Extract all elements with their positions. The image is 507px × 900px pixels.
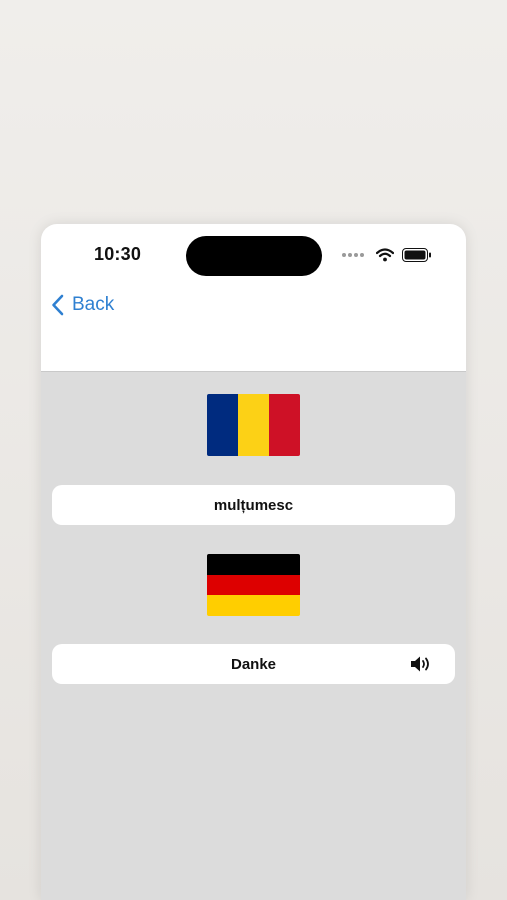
speaker-icon[interactable] — [409, 654, 433, 674]
status-icons — [342, 248, 432, 262]
dynamic-island — [186, 236, 322, 276]
back-label: Back — [72, 294, 115, 315]
source-word: mulțumesc — [213, 496, 294, 514]
target-word-card: Danke — [52, 644, 455, 684]
chevron-left-icon — [52, 294, 64, 316]
battery-icon — [402, 248, 431, 262]
target-word: Danke — [230, 655, 277, 673]
status-time: 10:30 — [94, 244, 142, 264]
navigation-header: 10:30 Back — [41, 224, 466, 372]
wifi-icon — [376, 248, 394, 262]
germany-flag — [207, 554, 300, 616]
phone-screen: 10:30 Back mulțumesc Danke — [41, 224, 466, 900]
signal-dots-icon — [342, 253, 364, 257]
romania-flag — [207, 394, 300, 456]
back-button[interactable]: Back — [51, 294, 114, 316]
source-word-card: mulțumesc — [52, 485, 455, 525]
